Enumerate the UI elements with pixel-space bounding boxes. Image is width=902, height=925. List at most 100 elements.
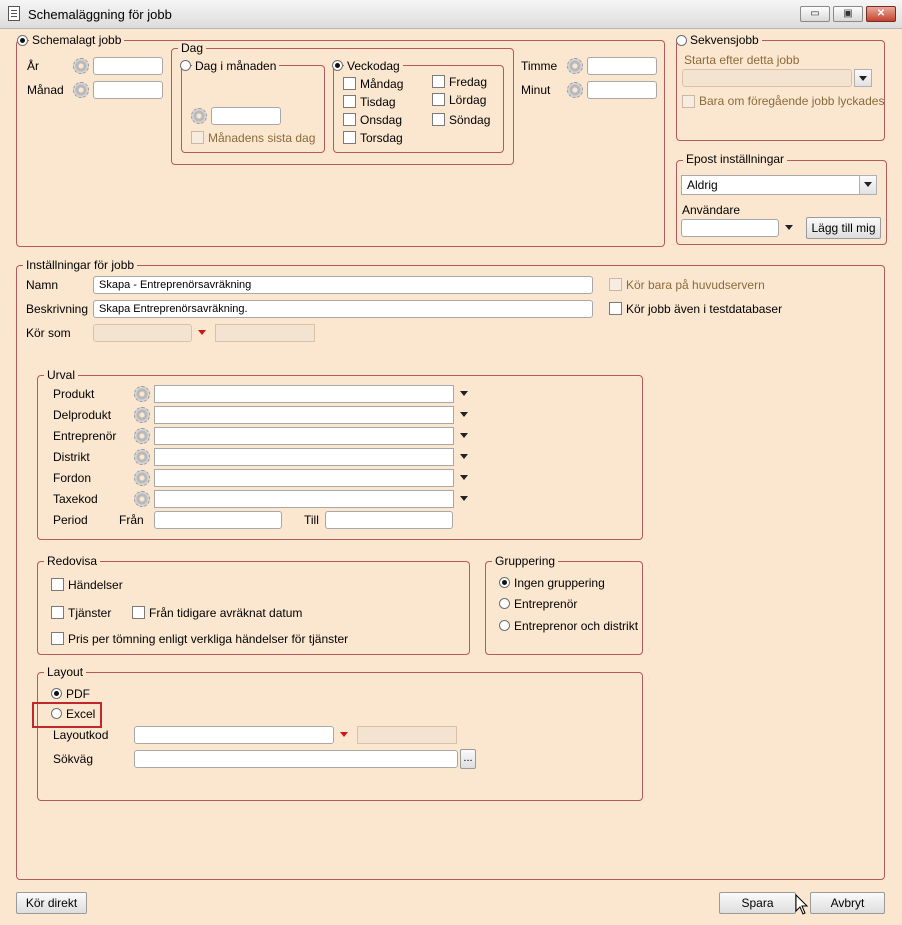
dropdown-arrow-icon[interactable]: [456, 385, 474, 403]
group-by-contractor-district-label: Entreprenor och distrikt: [514, 619, 639, 633]
layout-code-name-field: [357, 726, 457, 744]
monday-label: Måndag: [360, 77, 404, 91]
selection-legend: Urval: [44, 368, 79, 382]
window-title: Schemaläggning för jobb: [28, 7, 172, 22]
start-after-label: Starta efter detta jobb: [684, 53, 800, 67]
path-input[interactable]: [134, 750, 458, 768]
dropdown-arrow-icon[interactable]: [854, 69, 872, 87]
gear-icon[interactable]: [134, 449, 150, 465]
gear-icon[interactable]: [191, 108, 207, 124]
period-to-input[interactable]: [325, 511, 453, 529]
day-of-month-label: Dag i månaden: [192, 59, 280, 73]
name-input[interactable]: Skapa - Entreprenörsavräkning: [93, 276, 593, 294]
minimize-button[interactable]: ▭: [800, 6, 830, 22]
gear-icon[interactable]: [567, 82, 583, 98]
last-day-checkbox[interactable]: [191, 131, 204, 144]
dropdown-arrow-icon[interactable]: [456, 448, 474, 466]
sequence-job-label: Sekvensjobb: [687, 33, 762, 47]
only-if-success-checkbox[interactable]: [682, 95, 695, 108]
scheduled-job-radio[interactable]: [17, 35, 28, 46]
gear-icon[interactable]: [73, 82, 89, 98]
browse-button[interactable]: ...: [460, 749, 476, 769]
services-checkbox[interactable]: [51, 606, 64, 619]
gear-icon[interactable]: [134, 470, 150, 486]
maximize-button[interactable]: ▣: [833, 6, 863, 22]
no-grouping-radio[interactable]: [499, 577, 510, 588]
group-by-contractor-district-radio[interactable]: [499, 620, 510, 631]
year-input[interactable]: [93, 57, 163, 75]
cancel-button[interactable]: Avbryt: [810, 892, 885, 914]
no-grouping-label: Ingen gruppering: [514, 576, 605, 590]
run-in-test-label: Kör jobb även i testdatabaser: [626, 302, 783, 316]
events-checkbox[interactable]: [51, 578, 64, 591]
wednesday-checkbox[interactable]: [343, 113, 356, 126]
gear-icon[interactable]: [134, 491, 150, 507]
tariff-code-label: Taxekod: [53, 492, 98, 506]
subproduct-select[interactable]: [154, 406, 454, 424]
dropdown-arrow-icon[interactable]: [456, 406, 474, 424]
description-input[interactable]: Skapa Entreprenörsavräkning.: [93, 300, 593, 318]
dropdown-arrow-icon[interactable]: [456, 427, 474, 445]
run-as-select[interactable]: [93, 324, 192, 342]
month-input[interactable]: [93, 81, 163, 99]
minute-input[interactable]: [587, 81, 657, 99]
main-server-only-checkbox[interactable]: [609, 278, 622, 291]
weekday-label: Veckodag: [344, 59, 403, 73]
gear-icon[interactable]: [567, 58, 583, 74]
layout-code-label: Layoutkod: [53, 728, 109, 742]
email-frequency-select[interactable]: Aldrig: [681, 175, 860, 195]
sequence-job-radio[interactable]: [676, 35, 687, 46]
contractor-select[interactable]: [154, 427, 454, 445]
close-button[interactable]: ✕: [866, 6, 896, 22]
dropdown-arrow-icon[interactable]: [456, 490, 474, 508]
users-input[interactable]: [681, 219, 779, 237]
district-select[interactable]: [154, 448, 454, 466]
from-earlier-checkbox[interactable]: [132, 606, 145, 619]
pdf-label: PDF: [66, 687, 90, 701]
friday-checkbox[interactable]: [432, 75, 445, 88]
gear-icon[interactable]: [73, 58, 89, 74]
sunday-checkbox[interactable]: [432, 113, 445, 126]
save-button[interactable]: Spara: [719, 892, 796, 914]
hour-input[interactable]: [587, 57, 657, 75]
from-earlier-label: Från tidigare avräknat datum: [149, 606, 303, 620]
excel-radio[interactable]: [51, 708, 62, 719]
vehicle-label: Fordon: [53, 471, 92, 485]
period-from-input[interactable]: [154, 511, 282, 529]
add-me-button[interactable]: Lägg till mig: [806, 217, 881, 239]
vehicle-select[interactable]: [154, 469, 454, 487]
tuesday-checkbox[interactable]: [343, 95, 356, 108]
run-in-test-checkbox[interactable]: [609, 302, 622, 315]
saturday-label: Lördag: [449, 93, 487, 107]
gear-icon[interactable]: [134, 407, 150, 423]
gear-icon[interactable]: [134, 386, 150, 402]
monday-checkbox[interactable]: [343, 77, 356, 90]
group-by-contractor-radio[interactable]: [499, 598, 510, 609]
day-of-month-radio[interactable]: [180, 60, 191, 71]
month-label: Månad: [27, 83, 64, 97]
weekday-radio[interactable]: [332, 60, 343, 71]
day-of-month-input[interactable]: [211, 107, 281, 125]
scheduled-job-label: Schemalagt jobb: [29, 33, 125, 47]
thursday-checkbox[interactable]: [343, 131, 356, 144]
dropdown-arrow-icon[interactable]: [456, 469, 474, 487]
start-after-select[interactable]: [682, 69, 852, 87]
saturday-checkbox[interactable]: [432, 93, 445, 106]
dropdown-arrow-icon[interactable]: [336, 726, 354, 744]
gear-icon[interactable]: [134, 428, 150, 444]
run-now-button[interactable]: Kör direkt: [16, 892, 87, 914]
thursday-label: Torsdag: [360, 131, 403, 145]
layout-code-select[interactable]: [134, 726, 334, 744]
period-label: Period: [53, 513, 88, 527]
pdf-radio[interactable]: [51, 688, 62, 699]
subproduct-label: Delprodukt: [53, 408, 112, 422]
product-select[interactable]: [154, 385, 454, 403]
tuesday-label: Tisdag: [360, 95, 396, 109]
dropdown-arrow-icon[interactable]: [781, 219, 799, 237]
dropdown-arrow-icon[interactable]: [194, 324, 212, 342]
tariff-code-select[interactable]: [154, 490, 454, 508]
dropdown-arrow-icon[interactable]: [859, 175, 877, 195]
hour-label: Timme: [521, 59, 558, 73]
price-per-emptying-checkbox[interactable]: [51, 632, 64, 645]
email-legend: Epost inställningar: [683, 152, 788, 166]
